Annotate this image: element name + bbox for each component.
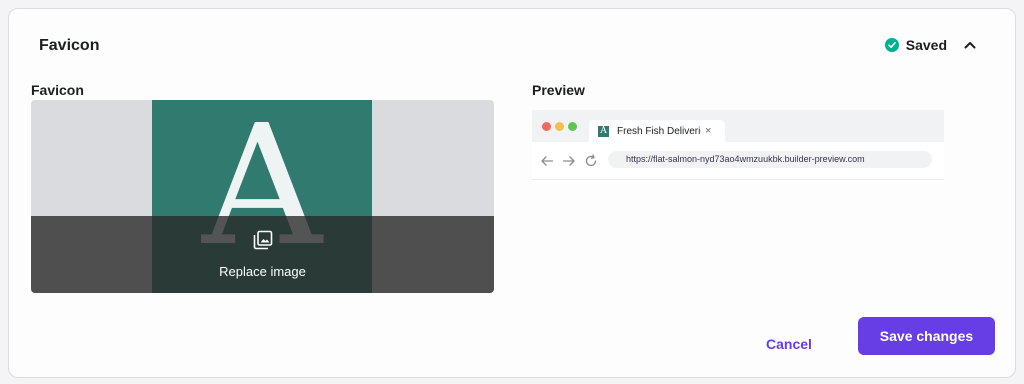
check-circle-icon [884,38,899,52]
browser-preview: A Fresh Fish Deliveries × https://flat-s… [532,110,944,180]
window-maximize-dot [568,122,577,131]
url-bar: https://flat-salmon-nyd73ao4wmzuukbk.bui… [608,151,932,168]
card-title: Favicon [39,37,100,54]
favicon-upload-area[interactable]: A Replace image [31,100,494,293]
browser-tab-bar: A Fresh Fish Deliveries × [532,110,944,142]
favicon-settings-card: Favicon Saved Favicon A Replace image Pr… [8,8,1016,378]
replace-image-button[interactable]: Replace image [31,216,494,293]
chevron-up-icon[interactable] [963,38,977,52]
save-status: Saved [884,35,977,55]
browser-tab: A Fresh Fish Deliveries × [589,120,725,142]
preview-label: Preview [532,82,585,98]
image-gallery-icon [253,230,273,255]
tab-title: Fresh Fish Deliveries [617,125,701,137]
tab-close-icon: × [705,125,712,137]
replace-image-label: Replace image [219,264,306,279]
tab-favicon: A [598,125,609,137]
cancel-button[interactable]: Cancel [749,325,829,363]
browser-nav-bar: https://flat-salmon-nyd73ao4wmzuukbk.bui… [532,142,944,180]
saved-label: Saved [905,37,947,53]
arrow-forward-icon [562,154,576,168]
window-close-dot [542,122,551,131]
arrow-back-icon [540,154,554,168]
window-minimize-dot [555,122,564,131]
save-changes-button[interactable]: Save changes [858,317,995,355]
favicon-label: Favicon [31,82,84,98]
reload-icon [584,154,598,168]
